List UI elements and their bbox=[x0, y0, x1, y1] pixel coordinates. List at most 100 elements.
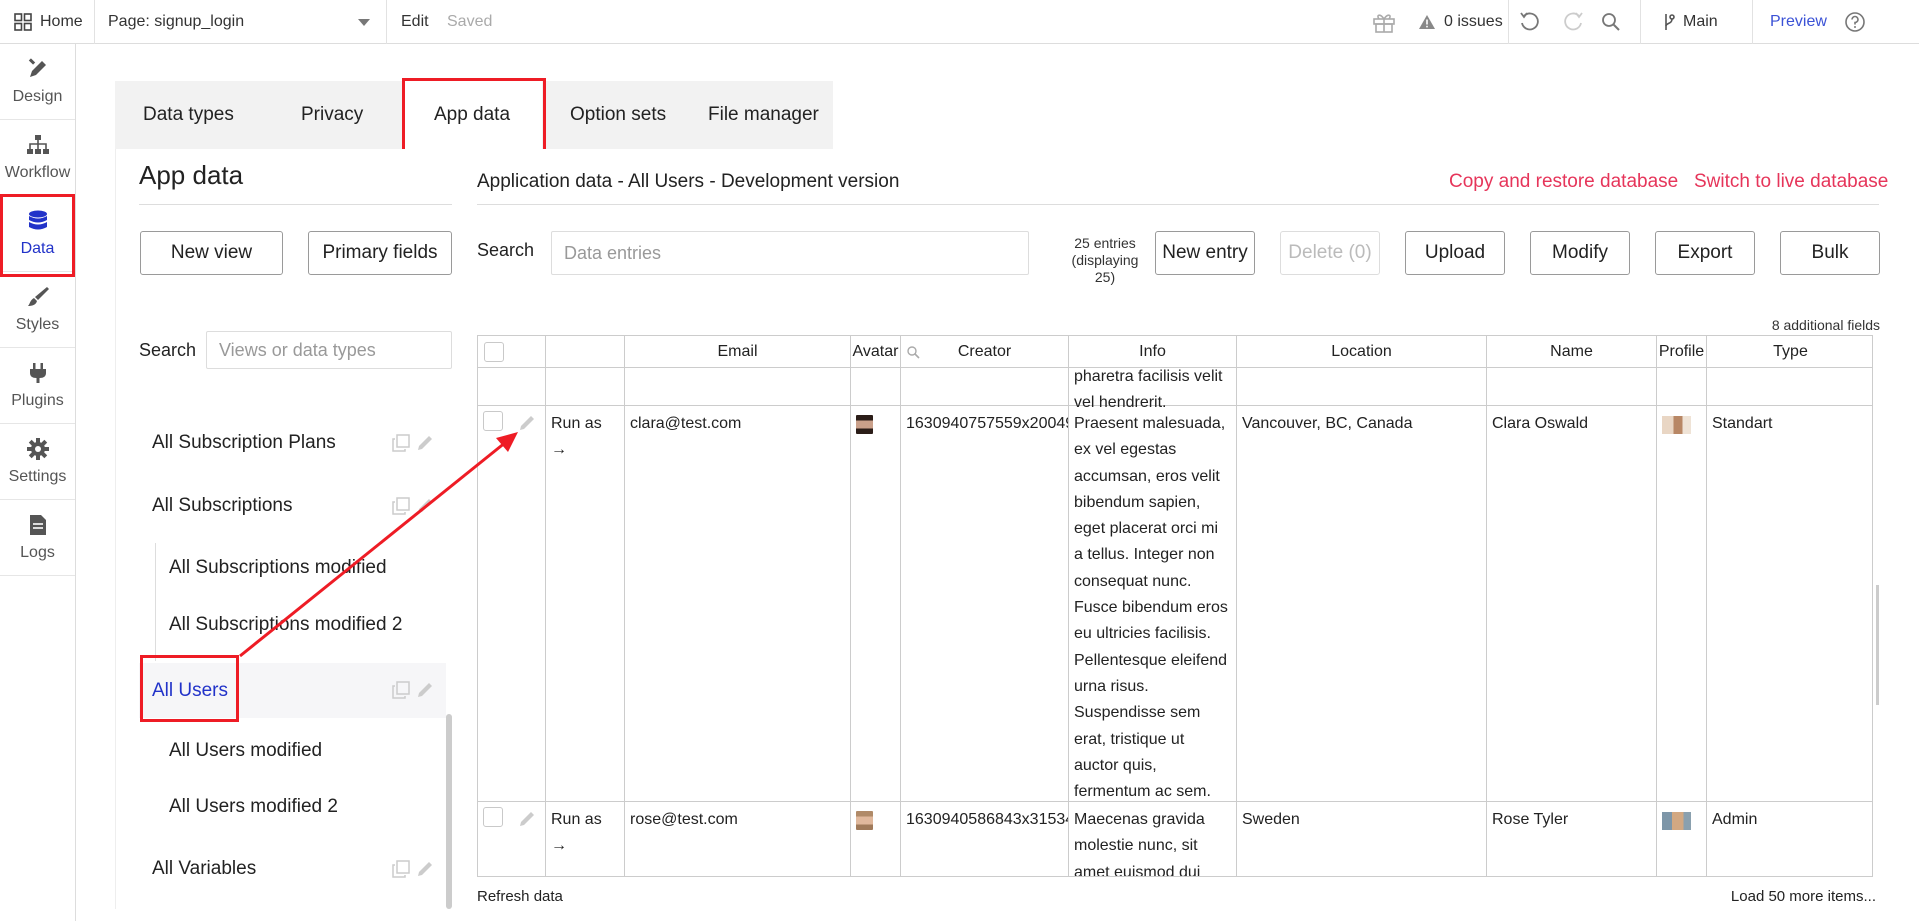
refresh-data-link[interactable]: Refresh data bbox=[477, 888, 563, 905]
copy-icon[interactable] bbox=[392, 497, 410, 515]
view-item-variables[interactable]: All Variables bbox=[139, 844, 446, 894]
pencil-icon[interactable] bbox=[416, 860, 434, 878]
issues-label: 0 issues bbox=[1444, 13, 1503, 30]
view-actions bbox=[392, 434, 434, 452]
search-icon[interactable] bbox=[907, 346, 920, 359]
nav-settings[interactable]: Settings bbox=[0, 424, 75, 500]
tab-app-data[interactable]: App data bbox=[402, 81, 542, 149]
avatar bbox=[856, 415, 873, 434]
header-type[interactable]: Type bbox=[1707, 336, 1872, 368]
tab-privacy[interactable]: Privacy bbox=[301, 81, 363, 149]
nav-label: Data bbox=[20, 239, 55, 257]
select-all-cell bbox=[478, 336, 546, 368]
cell-email: rose@test.com bbox=[625, 802, 851, 876]
view-item-users[interactable]: All Users bbox=[139, 663, 446, 718]
tab-file-manager[interactable]: File manager bbox=[708, 81, 819, 149]
divider bbox=[477, 204, 1879, 205]
database-icon bbox=[28, 210, 47, 229]
help-icon[interactable] bbox=[1844, 0, 1866, 44]
view-item-subscriptions-modified[interactable]: All Subscriptions modified bbox=[156, 543, 446, 593]
pencil-icon[interactable] bbox=[416, 434, 434, 452]
new-entry-button[interactable]: New entry bbox=[1155, 231, 1255, 275]
copy-icon[interactable] bbox=[392, 434, 410, 452]
cell-info: Praesent malesuada, ex vel egestas accum… bbox=[1069, 406, 1237, 801]
run-as-button[interactable]: Run as → bbox=[546, 802, 625, 876]
tab-data-types[interactable]: Data types bbox=[143, 81, 234, 149]
view-item-subscription-plans[interactable]: All Subscription Plans bbox=[139, 418, 446, 468]
view-item-subscriptions[interactable]: All Subscriptions bbox=[139, 481, 446, 531]
header-profile[interactable]: Profile bbox=[1657, 336, 1707, 368]
tab-option-sets[interactable]: Option sets bbox=[570, 81, 666, 149]
data-table: Email Avatar Creator Info Location Name … bbox=[477, 335, 1873, 877]
copy-restore-link[interactable]: Copy and restore database bbox=[1449, 171, 1678, 193]
divider bbox=[1752, 0, 1753, 44]
copy-icon[interactable] bbox=[392, 681, 410, 699]
preview-button[interactable]: Preview bbox=[1770, 0, 1827, 44]
nav-design[interactable]: Design bbox=[0, 44, 75, 120]
nav-label: Logs bbox=[20, 543, 55, 561]
header-info[interactable]: Info bbox=[1069, 336, 1237, 368]
export-button[interactable]: Export bbox=[1655, 231, 1755, 275]
branch-selector[interactable]: Main bbox=[1663, 0, 1718, 44]
profile-image bbox=[1662, 812, 1691, 830]
pencil-icon[interactable] bbox=[518, 810, 536, 828]
modify-button[interactable]: Modify bbox=[1530, 231, 1630, 275]
bulk-button[interactable]: Bulk bbox=[1780, 231, 1880, 275]
select-all-checkbox[interactable] bbox=[484, 342, 504, 362]
header-creator[interactable]: Creator bbox=[901, 336, 1069, 368]
view-label: All Subscription Plans bbox=[152, 432, 336, 453]
page-label: Page: signup_login bbox=[108, 13, 245, 30]
nav-logs[interactable]: Logs bbox=[0, 500, 75, 576]
header-location[interactable]: Location bbox=[1237, 336, 1487, 368]
edit-button[interactable]: Edit bbox=[401, 0, 429, 44]
header-label: Email bbox=[717, 343, 758, 360]
header-name[interactable]: Name bbox=[1487, 336, 1657, 368]
header-avatar[interactable]: Avatar bbox=[851, 336, 901, 368]
view-label: All Subscriptions bbox=[152, 495, 293, 516]
redo-icon[interactable] bbox=[1562, 0, 1584, 44]
branch-label: Main bbox=[1683, 13, 1718, 30]
divider bbox=[94, 0, 95, 44]
header-label: Creator bbox=[957, 343, 1012, 360]
view-item-subscriptions-modified-2[interactable]: All Subscriptions modified 2 bbox=[156, 600, 446, 650]
nav-label: Design bbox=[12, 87, 63, 105]
header-email[interactable]: Email bbox=[625, 336, 851, 368]
upload-button[interactable]: Upload bbox=[1405, 231, 1505, 275]
issues-button[interactable]: 0 issues bbox=[1418, 0, 1503, 44]
pencil-icon[interactable] bbox=[518, 414, 536, 432]
pencil-icon[interactable] bbox=[416, 681, 434, 699]
table-scrollbar[interactable] bbox=[1876, 585, 1879, 705]
tab-bar: Data types Privacy App data Option sets … bbox=[115, 81, 833, 149]
page-selector[interactable]: Page: signup_login bbox=[108, 0, 378, 44]
nav-workflow[interactable]: Workflow bbox=[0, 120, 75, 196]
nav-plugins[interactable]: Plugins bbox=[0, 348, 75, 424]
view-item-users-modified[interactable]: All Users modified bbox=[156, 726, 446, 776]
load-more-link[interactable]: Load 50 more items... bbox=[1731, 888, 1876, 905]
profile-image bbox=[1662, 416, 1691, 434]
pencil-icon[interactable] bbox=[416, 497, 434, 515]
nav-data[interactable]: Data bbox=[0, 196, 75, 272]
entries-search-label: Search bbox=[477, 240, 535, 260]
row-checkbox[interactable] bbox=[483, 807, 503, 827]
views-search-input[interactable] bbox=[206, 331, 452, 369]
row-checkbox[interactable] bbox=[483, 411, 503, 431]
tab-label: App data bbox=[433, 104, 511, 125]
divider bbox=[1508, 0, 1509, 44]
run-as-button[interactable]: Run as → bbox=[546, 406, 625, 801]
cell-profile bbox=[1657, 406, 1707, 801]
switch-live-link[interactable]: Switch to live database bbox=[1694, 171, 1888, 193]
gift-icon[interactable] bbox=[1372, 0, 1396, 44]
new-view-button[interactable]: New view bbox=[140, 231, 283, 275]
cell-type: Admin bbox=[1712, 811, 1758, 828]
search-icon[interactable] bbox=[1601, 0, 1621, 44]
entries-search-input[interactable] bbox=[551, 231, 1029, 275]
primary-fields-button[interactable]: Primary fields bbox=[308, 231, 452, 275]
view-item-users-modified-2[interactable]: All Users modified 2 bbox=[156, 782, 446, 832]
views-scrollbar[interactable] bbox=[446, 714, 452, 909]
delete-button[interactable]: Delete (0) bbox=[1280, 231, 1380, 275]
undo-icon[interactable] bbox=[1519, 0, 1541, 44]
nav-styles[interactable]: Styles bbox=[0, 272, 75, 348]
home-button[interactable]: Home bbox=[14, 0, 83, 44]
copy-icon[interactable] bbox=[392, 860, 410, 878]
additional-fields-link[interactable]: 8 additional fields bbox=[1772, 317, 1880, 333]
